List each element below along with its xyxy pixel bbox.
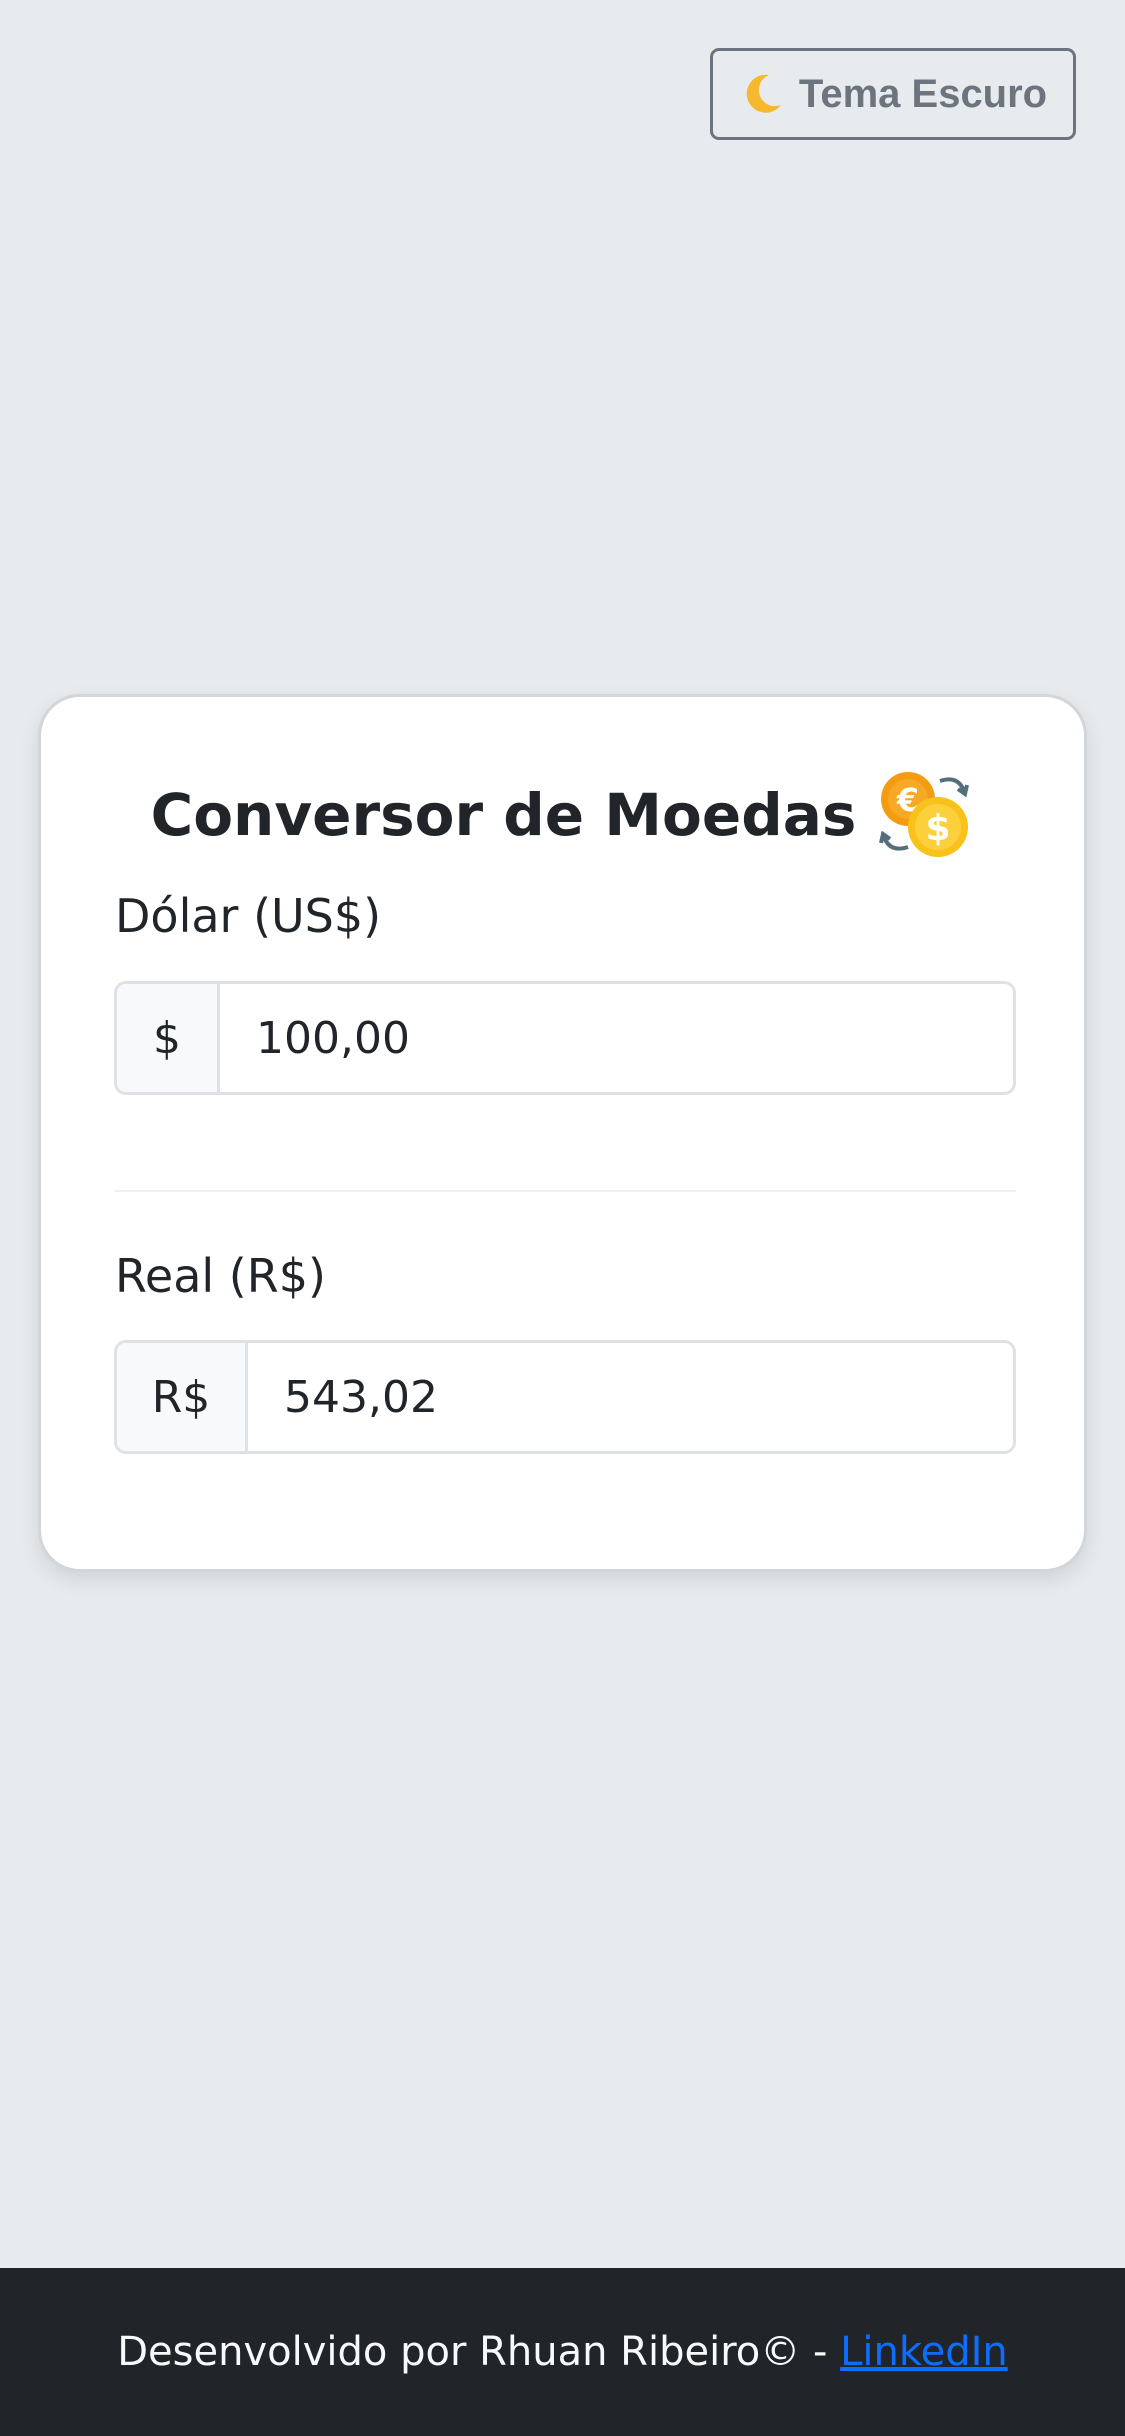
dollar-label: Dólar (US$) <box>115 889 382 943</box>
theme-toggle-label: Tema Escuro <box>798 71 1048 116</box>
converter-card: Conversor de Moedas € $ Dólar (US$) $ Re… <box>38 694 1087 1572</box>
linkedin-link[interactable]: LinkedIn <box>840 2329 1008 2375</box>
currency-exchange-coins-icon: € $ <box>878 769 974 861</box>
footer-credit-text: Desenvolvido por Rhuan Ribeiro© - <box>117 2329 841 2375</box>
real-prefix: R$ <box>117 1343 248 1451</box>
section-divider <box>114 1190 1016 1192</box>
real-label: Real (R$) <box>115 1249 326 1303</box>
card-header: Conversor de Moedas € $ <box>41 769 1084 861</box>
real-input[interactable] <box>248 1343 1013 1451</box>
dollar-input-group: $ <box>114 981 1016 1095</box>
real-input-group: R$ <box>114 1340 1016 1454</box>
footer: Desenvolvido por Rhuan Ribeiro© - Linked… <box>0 2268 1125 2436</box>
moon-icon <box>739 71 785 117</box>
dollar-input[interactable] <box>220 984 1013 1092</box>
dollar-prefix: $ <box>117 984 220 1092</box>
theme-toggle-button[interactable]: Tema Escuro <box>710 48 1076 140</box>
svg-text:$: $ <box>926 808 951 849</box>
page-title: Conversor de Moedas <box>150 781 857 849</box>
